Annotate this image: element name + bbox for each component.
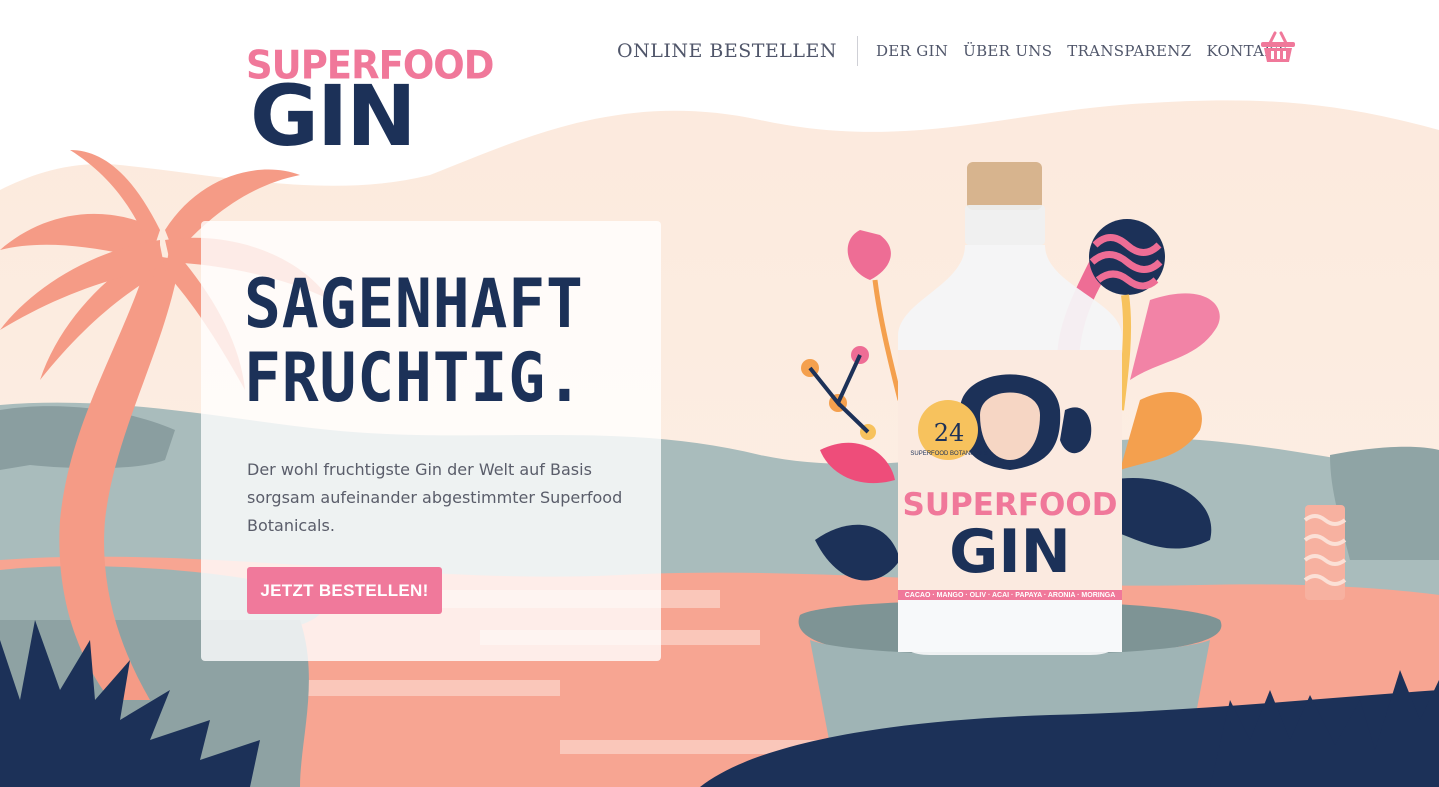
gin-bottle: 24 SUPERFOOD BOTANICALS SUPERFOOD GIN CA… bbox=[898, 162, 1122, 655]
headline-line-2: FRUCHTIG. bbox=[244, 339, 584, 418]
nav-item-der-gin[interactable]: DER GIN bbox=[876, 42, 948, 60]
main-nav: ONLINE BESTELLEN DER GIN ÜBER UNS TRANSP… bbox=[617, 36, 1301, 66]
hero-description: Der wohl fruchtigste Gin der Welt auf Ba… bbox=[247, 460, 623, 535]
nav-online-bestellen[interactable]: ONLINE BESTELLEN bbox=[617, 40, 857, 62]
nav-item-transparenz[interactable]: TRANSPARENZ bbox=[1067, 42, 1191, 60]
order-now-button[interactable]: JETZT BESTELLEN! bbox=[247, 567, 442, 614]
label-number: 24 bbox=[934, 419, 965, 447]
hero-headline: SAGENHAFT FRUCHTIG. bbox=[244, 268, 584, 416]
logo-gin-text: GIN bbox=[250, 67, 417, 165]
headline-line-1: SAGENHAFT bbox=[244, 265, 584, 344]
label-small-text: SUPERFOOD BOTANICALS bbox=[910, 451, 987, 457]
shopping-basket-icon[interactable] bbox=[1260, 30, 1296, 64]
nav-separator bbox=[856, 36, 858, 66]
cork bbox=[967, 162, 1042, 210]
brand-logo[interactable]: SUPERFOOD GIN bbox=[246, 43, 494, 165]
label-botanicals: CACAO · MANGO · OLIV · ACAI · PAPAYA · A… bbox=[905, 592, 1116, 599]
nav-item-ueber-uns[interactable]: ÜBER UNS bbox=[963, 42, 1052, 60]
label-gin-text: GIN bbox=[949, 517, 1071, 587]
site-header: SUPERFOOD GIN ONLINE BESTELLEN DER GIN Ü… bbox=[0, 0, 1439, 158]
